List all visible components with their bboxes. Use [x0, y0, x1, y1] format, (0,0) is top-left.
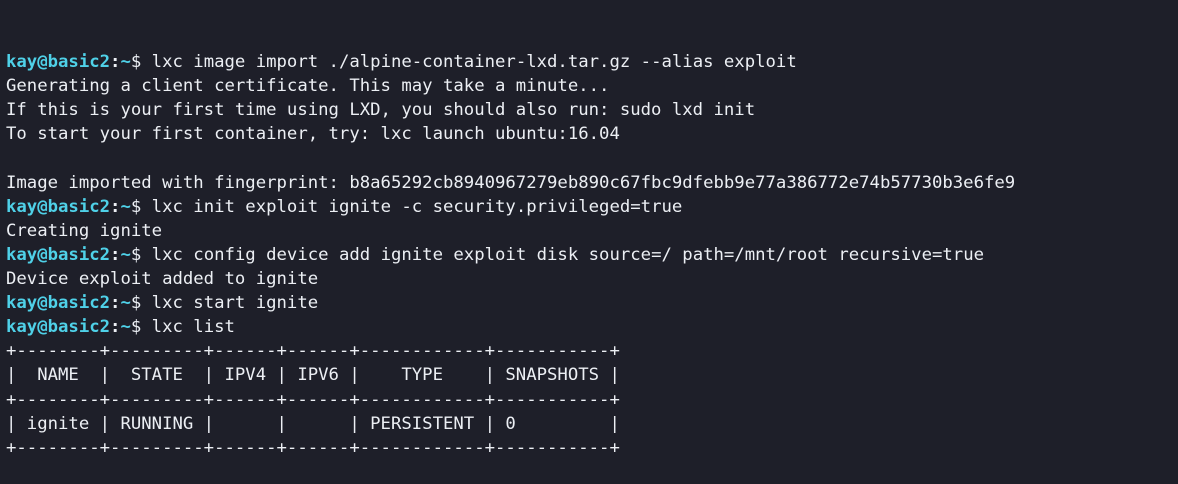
- output-text: Creating ignite: [6, 220, 163, 241]
- output-text: Generating a client certificate. This ma…: [6, 76, 610, 97]
- command-line: kay@basic2:~$ lxc start ignite: [6, 291, 1176, 315]
- prompt-user-host: kay@basic2: [6, 52, 111, 73]
- output-line: If this is your first time using LXD, yo…: [6, 98, 1176, 122]
- output-line: To start your first container, try: lxc …: [6, 122, 1176, 146]
- output-line: Creating ignite: [6, 219, 1176, 243]
- table-border: +--------+---------+------+------+------…: [6, 341, 620, 362]
- table-header: | NAME | STATE | IPV4 | IPV6 | TYPE | SN…: [6, 365, 620, 386]
- table-border: +--------+---------+------+------+------…: [6, 437, 620, 458]
- prompt-symbol: $: [130, 196, 142, 217]
- prompt-symbol: $: [130, 244, 142, 265]
- prompt-symbol: $: [130, 317, 142, 338]
- output-text: Image imported with fingerprint: b8a6529…: [6, 172, 1016, 193]
- command-text: lxc image import ./alpine-container-lxd.…: [151, 52, 797, 73]
- prompt-separator: :: [110, 293, 121, 314]
- prompt-separator: :: [110, 317, 121, 338]
- prompt-path: ~: [120, 52, 131, 73]
- command-line: kay@basic2:~$ lxc list: [6, 315, 1176, 339]
- table-row: | ignite | RUNNING | | | PERSISTENT | 0 …: [6, 413, 620, 434]
- command-line: kay@basic2:~$ lxc image import ./alpine-…: [6, 50, 1176, 74]
- prompt-path: ~: [120, 196, 131, 217]
- output-text: To start your first container, try: lxc …: [6, 124, 620, 145]
- prompt-symbol: $: [130, 293, 142, 314]
- output-line: Image imported with fingerprint: b8a6529…: [6, 171, 1176, 195]
- command-line: kay@basic2:~$ lxc config device add igni…: [6, 243, 1176, 267]
- prompt-user-host: kay@basic2: [6, 317, 111, 338]
- output-text: Device exploit added to ignite: [6, 269, 319, 290]
- command-line: kay@basic2:~$ lxc init exploit ignite -c…: [6, 195, 1176, 219]
- output-text: If this is your first time using LXD, yo…: [6, 100, 756, 121]
- prompt-user-host: kay@basic2: [6, 293, 111, 314]
- command-text: lxc init exploit ignite -c security.priv…: [151, 196, 683, 217]
- prompt-separator: :: [110, 196, 121, 217]
- command-text: lxc config device add ignite exploit dis…: [151, 244, 985, 265]
- prompt-user-host: kay@basic2: [6, 196, 111, 217]
- output-line: Device exploit added to ignite: [6, 267, 1176, 291]
- terminal-output: kay@basic2:~$ lxc image import ./alpine-…: [6, 50, 1176, 460]
- prompt-path: ~: [120, 293, 131, 314]
- terminal-window[interactable]: kay@basic2:~$ lxc image import ./alpine-…: [6, 2, 1176, 458]
- prompt-path: ~: [120, 244, 131, 265]
- output-line: Generating a client certificate. This ma…: [6, 74, 1176, 98]
- prompt-symbol: $: [130, 52, 142, 73]
- prompt-separator: :: [110, 52, 121, 73]
- prompt-user-host: kay@basic2: [6, 244, 111, 265]
- command-text: lxc list: [151, 317, 235, 338]
- prompt-path: ~: [120, 317, 131, 338]
- command-text: lxc start ignite: [151, 293, 319, 314]
- prompt-separator: :: [110, 244, 121, 265]
